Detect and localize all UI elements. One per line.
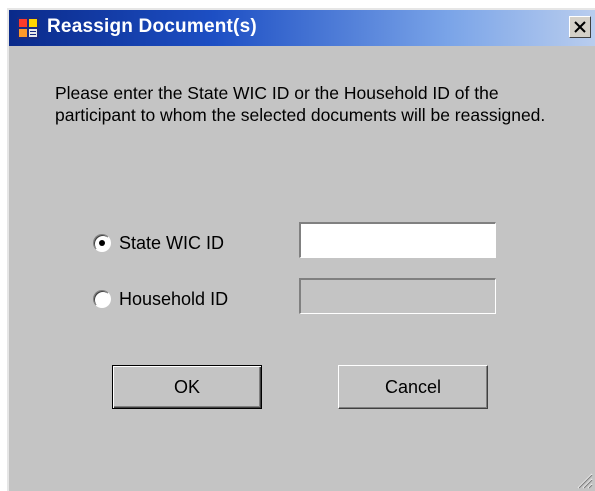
state-wic-id-radio[interactable] [93, 234, 111, 252]
household-id-input [299, 278, 496, 314]
cancel-button[interactable]: Cancel [338, 365, 488, 409]
instructions-text: Please enter the State WIC ID or the Hou… [55, 83, 546, 125]
resize-grip-icon[interactable] [575, 471, 593, 489]
window-title: Reassign Document(s) [47, 16, 257, 37]
title-bar[interactable]: Reassign Document(s) [9, 10, 595, 46]
state-wic-id-label[interactable]: State WIC ID [119, 233, 224, 254]
app-window-icon [17, 17, 39, 39]
household-id-option[interactable]: Household ID [93, 287, 228, 311]
ok-button[interactable]: OK [112, 365, 262, 409]
household-id-radio[interactable] [93, 290, 111, 308]
state-wic-id-option[interactable]: State WIC ID [93, 231, 224, 255]
state-wic-id-input[interactable] [299, 222, 496, 258]
radio-selected-dot [99, 240, 105, 246]
close-icon [574, 21, 586, 33]
close-button[interactable] [569, 16, 591, 38]
reassign-dialog: Reassign Document(s) Please enter the St… [7, 8, 595, 491]
household-id-label[interactable]: Household ID [119, 289, 228, 310]
